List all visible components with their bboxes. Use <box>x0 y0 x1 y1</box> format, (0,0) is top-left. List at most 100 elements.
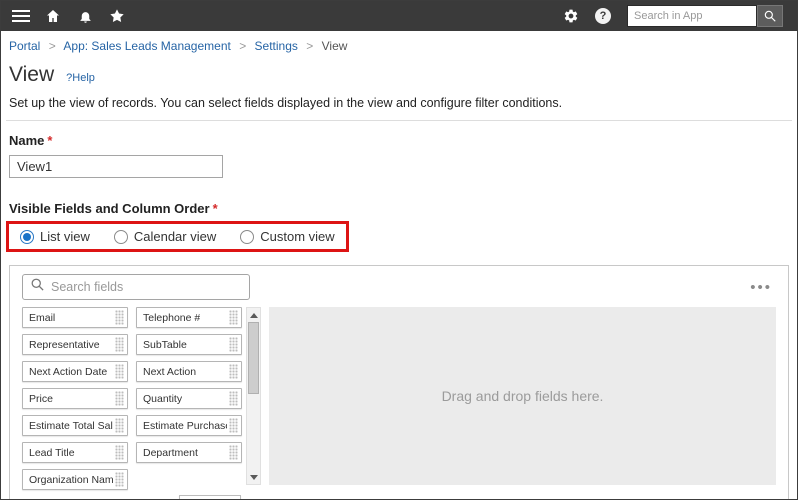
field-chip-label: Estimate Purchase D... <box>143 419 227 432</box>
field-chip-label: Quantity <box>143 392 183 405</box>
settings-button[interactable] <box>555 1 587 31</box>
breadcrumb-separator: > <box>306 39 314 53</box>
name-input[interactable] <box>9 155 223 178</box>
radio-option-list-view[interactable]: List view <box>20 229 90 244</box>
field-chip[interactable]: Organization Name <box>22 469 128 490</box>
radio-option-calendar-view[interactable]: Calendar view <box>113 229 217 244</box>
panel-header: ••• <box>22 274 776 300</box>
fields-panel: ••• Email Telephone # Representative Sub… <box>9 265 789 499</box>
drag-handle-icon[interactable] <box>115 364 124 379</box>
breadcrumb-settings[interactable]: Settings <box>255 39 298 53</box>
options-menu-button[interactable]: ••• <box>746 278 776 297</box>
drop-zone-text: Drag and drop fields here. <box>441 388 604 404</box>
field-chip-label: Organization Name <box>29 473 113 486</box>
field-chip[interactable]: Email <box>22 307 128 328</box>
search-fields-box <box>22 274 250 300</box>
scrollbar-track[interactable] <box>247 322 260 470</box>
field-chip[interactable]: Estimate Total Sales <box>22 415 128 436</box>
radio-label: Custom view <box>260 229 335 244</box>
help-icon: ? <box>595 8 611 24</box>
field-chip[interactable]: Representative <box>22 334 128 355</box>
radio-icon <box>240 229 255 244</box>
app-search-button[interactable] <box>757 5 783 27</box>
app-search <box>627 5 783 27</box>
field-chip-label: Estimate Total Sales <box>29 419 113 432</box>
drag-handle-icon[interactable] <box>115 391 124 406</box>
title-row: View ?Help <box>9 63 789 87</box>
field-chip-label: Price <box>29 392 53 405</box>
drag-handle-icon[interactable] <box>115 472 124 487</box>
field-chip-label: Email <box>29 311 56 324</box>
star-icon <box>109 8 125 24</box>
view-type-radio-group: List view Calendar view Custom view <box>6 221 349 252</box>
hamburger-menu-button[interactable] <box>5 1 37 31</box>
arrow-down-icon <box>249 474 258 480</box>
breadcrumb-portal[interactable]: Portal <box>9 39 40 53</box>
help-link[interactable]: ?Help <box>66 72 95 84</box>
page-description: Set up the view of records. You can sele… <box>9 96 563 110</box>
field-chip-label: Next Action Date <box>29 365 108 378</box>
field-chip-label: SubTable <box>143 338 187 351</box>
drag-handle-icon[interactable] <box>229 418 238 433</box>
top-bar: ? <box>1 1 797 31</box>
field-chip[interactable]: Next Action Date <box>22 361 128 382</box>
app-window: ? Portal > App: Sales Leads Management >… <box>0 0 798 500</box>
breadcrumb-separator: > <box>239 39 247 53</box>
required-asterisk: * <box>47 133 53 148</box>
scroll-up-button[interactable] <box>247 308 260 322</box>
field-chip[interactable]: Lead Title <box>22 442 128 463</box>
scroll-down-button[interactable] <box>247 470 260 484</box>
drag-handle-icon[interactable] <box>115 310 124 325</box>
radio-icon <box>20 229 34 244</box>
radio-option-custom-view[interactable]: Custom view <box>240 229 335 244</box>
add-all-button[interactable]: Add All <box>179 495 241 499</box>
drag-handle-icon[interactable] <box>229 364 238 379</box>
magnifier-icon <box>763 9 777 23</box>
drag-handle-icon[interactable] <box>115 337 124 352</box>
field-chip[interactable]: Quantity <box>136 388 242 409</box>
field-chip-label: Department <box>143 446 198 459</box>
help-button[interactable]: ? <box>587 1 619 31</box>
drag-handle-icon[interactable] <box>229 310 238 325</box>
gear-icon <box>563 8 579 24</box>
field-chip-label: Representative <box>29 338 100 351</box>
radio-label: List view <box>40 229 90 244</box>
search-fields-input[interactable] <box>51 280 242 294</box>
breadcrumb: Portal > App: Sales Leads Management > S… <box>1 31 797 57</box>
radio-label: Calendar view <box>133 229 217 244</box>
fields-scrollbar[interactable] <box>246 307 261 485</box>
drag-handle-icon[interactable] <box>115 418 124 433</box>
hamburger-icon <box>12 10 30 22</box>
panel-body: Email Telephone # Representative SubTabl… <box>22 307 776 490</box>
field-chip[interactable]: Price <box>22 388 128 409</box>
home-button[interactable] <box>37 1 69 31</box>
breadcrumb-current: View <box>321 39 348 53</box>
arrow-up-icon <box>249 312 258 318</box>
breadcrumb-app[interactable]: App: Sales Leads Management <box>63 39 230 53</box>
drop-zone[interactable]: Drag and drop fields here. <box>269 307 776 485</box>
field-chip[interactable]: Next Action <box>136 361 242 382</box>
field-chip[interactable]: Estimate Purchase D... <box>136 415 242 436</box>
drag-handle-icon[interactable] <box>229 337 238 352</box>
drag-handle-icon[interactable] <box>229 445 238 460</box>
drag-handle-icon[interactable] <box>115 445 124 460</box>
home-icon <box>45 8 61 24</box>
required-asterisk: * <box>212 201 218 216</box>
drag-handle-icon[interactable] <box>229 391 238 406</box>
field-chip-label: Telephone # <box>143 311 201 324</box>
divider <box>6 120 792 121</box>
visible-fields-label: Visible Fields and Column Order * <box>9 201 789 216</box>
scrollbar-thumb[interactable] <box>248 322 259 394</box>
breadcrumb-separator: > <box>48 39 56 53</box>
app-search-input[interactable] <box>627 5 757 27</box>
favorites-button[interactable] <box>101 1 133 31</box>
field-chip[interactable]: Department <box>136 442 242 463</box>
field-chip[interactable]: Telephone # <box>136 307 242 328</box>
addall-row: Add All <box>22 495 776 499</box>
fields-list: Email Telephone # Representative SubTabl… <box>22 307 242 490</box>
notifications-button[interactable] <box>69 1 101 31</box>
name-label: Name * <box>9 133 789 148</box>
page-title: View <box>9 63 55 86</box>
field-chip[interactable]: SubTable <box>136 334 242 355</box>
radio-icon <box>113 229 128 244</box>
